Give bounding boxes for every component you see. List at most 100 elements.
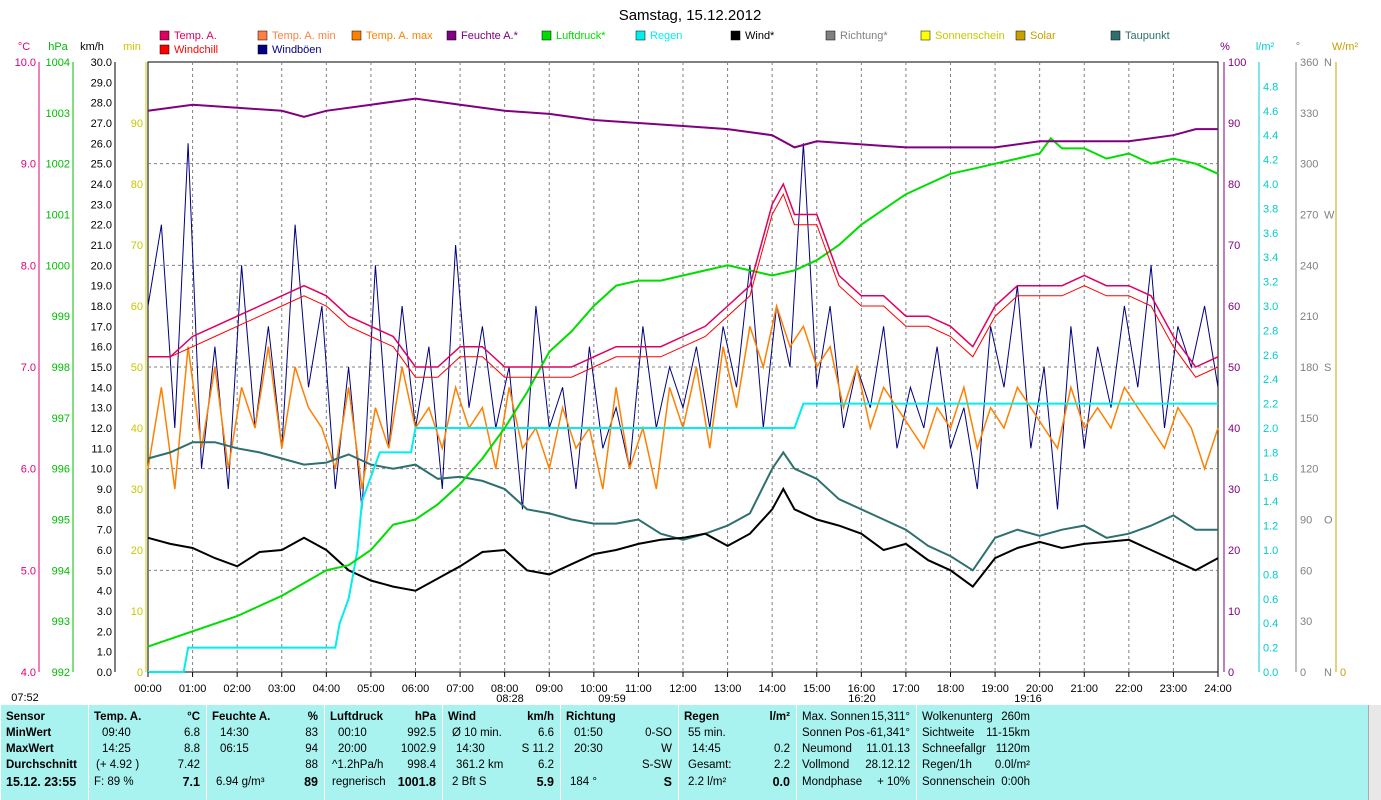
x-tick-label: 09:00 [535, 683, 563, 695]
x-tick-label: 03:00 [268, 683, 296, 695]
cloud-value: 1120m [995, 743, 1030, 755]
axis-unit: °C [18, 41, 30, 53]
axis-tick-label: 1000 [46, 260, 70, 272]
axis-tick-label: 300 [1300, 159, 1318, 171]
sensor-head: Sensor [6, 711, 45, 723]
axis-tick-label: 4.6 [1263, 106, 1278, 118]
wind-avg10-label: Ø 10 min. [452, 727, 502, 739]
axis-tick-label: 50 [1228, 362, 1240, 374]
axis-unit: km/h [80, 41, 104, 53]
temp-column: Temp. A. °C 09:40 6.8 14:25 8.8 (+ 4.92 ) 7.… [88, 705, 206, 800]
event-label: 19:16 [1014, 693, 1042, 705]
axis-tick-label: 3.0 [97, 606, 112, 618]
cloud-value: 11-15km [986, 727, 1030, 739]
axis-tick-label: 1.0 [97, 647, 112, 659]
temp-min-value: 6.8 [184, 727, 200, 739]
rain-max-time: 14:45 [692, 743, 721, 755]
axis-tick-label: 19.0 [91, 281, 112, 293]
axis-tick-label: 995 [52, 515, 70, 527]
legend-swatch [159, 30, 170, 41]
legend-label: Windböen [272, 44, 322, 56]
axis-tick-label: 994 [52, 565, 70, 577]
axis-tick-label: 9.0 [97, 484, 112, 496]
rain-head: Regen [684, 711, 720, 723]
direction-min-value: 0-SO [645, 727, 672, 739]
cloud-value: 260m [1001, 711, 1030, 723]
axis-tick-label: 11.0 [91, 443, 112, 455]
legend-label: Temp. A. min [272, 30, 336, 42]
axis-tick-label: 4.0 [1263, 179, 1278, 191]
pressure-min-value: 992.5 [407, 727, 436, 739]
axis-dir-label: W [1324, 210, 1335, 222]
humidity-max-value: 94 [305, 743, 318, 755]
axis-tick-label: 1.2 [1263, 521, 1278, 533]
axis-tick-label: 22.0 [91, 220, 112, 232]
axis-tick-label: 1.6 [1263, 472, 1278, 484]
humidity-column: Feuchte A.% 14:30 83 06:15 94 88 6.94 g/m³… [206, 705, 324, 800]
axis-tick-label: 6.0 [21, 464, 36, 476]
wind-current-value: 5.9 [536, 775, 554, 789]
axis-tick-label: 16.0 [91, 342, 112, 354]
legend-swatch [635, 30, 646, 41]
axis-tick-label: 997 [52, 413, 70, 425]
temp-max-value: 8.8 [184, 743, 200, 755]
axis-tick-label: 17.0 [91, 321, 112, 333]
scrollbar[interactable] [1368, 705, 1381, 800]
axis-tick-label: 40 [131, 423, 143, 435]
event-label: 16:20 [848, 693, 876, 705]
x-tick-label: 23:00 [1160, 683, 1188, 695]
astro-value: -61,341° [866, 727, 910, 739]
direction-max-value: W [661, 743, 672, 755]
axis-tick-label: 40 [1228, 423, 1240, 435]
x-tick-label: 18:00 [937, 683, 965, 695]
axis-tick-label: 3.6 [1263, 228, 1278, 240]
legend-label: Feuchte A.* [461, 30, 519, 42]
axis-tick-label: 70 [1228, 240, 1240, 252]
legend-label: Richtung* [840, 30, 888, 42]
rain-current-value: 0.0 [772, 775, 790, 789]
rain-max-value: 0.2 [774, 743, 790, 755]
cloud-value: 0:00h [1001, 776, 1030, 788]
axis-tick-label: 29.0 [91, 77, 112, 89]
x-tick-label: 05:00 [357, 683, 385, 695]
legend-swatch [730, 30, 741, 41]
rain-total-value: 2.2 [774, 759, 790, 771]
axis-unit: W/m² [1332, 41, 1359, 53]
axis-tick-label: 10.0 [15, 57, 36, 69]
pressure-max-time: 20:00 [338, 743, 367, 755]
axis-tick-label: 15.0 [91, 362, 112, 374]
axis-tick-label: 3.8 [1263, 203, 1278, 215]
axis-tick-label: 1.4 [1263, 496, 1278, 508]
maxwert-label: MaxWert [6, 743, 54, 755]
x-tick-label: 14:00 [758, 683, 786, 695]
cloud-column: Wolkenunterg 260m Sichtweite 11-15km Schne… [916, 705, 1036, 800]
pressure-avg-value: 998.4 [407, 759, 436, 771]
direction-avg-value: S-SW [641, 759, 672, 771]
axis-tick-label: 90 [1228, 118, 1240, 130]
axis-tick-label: 7.0 [97, 525, 112, 537]
humidity-avg-value: 88 [305, 759, 318, 771]
axis-tick-label: 4.4 [1263, 130, 1278, 142]
axis-tick-label: 100 [1228, 57, 1246, 69]
axis-tick-label: 30 [1300, 616, 1312, 628]
event-label: 08:28 [496, 693, 524, 705]
cloud-label: Sichtweite [922, 727, 975, 739]
pressure-head: Luftdruck [330, 711, 384, 723]
rain-total-label: Gesamt: [688, 759, 732, 771]
axis-tick-label: 60 [1300, 565, 1312, 577]
legend-label: Taupunkt [1125, 30, 1170, 42]
rain-column: Regen l/m² 55 min. 14:45 0.2 Gesamt: 2.2 2.… [678, 705, 796, 800]
x-tick-label: 21:00 [1070, 683, 1098, 695]
axis-dir-label: N [1324, 57, 1332, 69]
pressure-trend: ^1.2hPa/h [332, 759, 384, 771]
x-tick-label: 15:00 [803, 683, 831, 695]
legend-swatch [541, 30, 552, 41]
axis-tick-label: 998 [52, 362, 70, 374]
cloud-label: Wolkenunterg [922, 711, 993, 723]
direction-min-time: 01:50 [574, 727, 603, 739]
wind-max-time: 14:30 [456, 743, 485, 755]
astro-value: 28.12.12 [865, 759, 910, 771]
axis-tick-label: 2.8 [1263, 325, 1278, 337]
axis-tick-label: 70 [131, 240, 143, 252]
axis-tick-label: 3.4 [1263, 252, 1278, 264]
